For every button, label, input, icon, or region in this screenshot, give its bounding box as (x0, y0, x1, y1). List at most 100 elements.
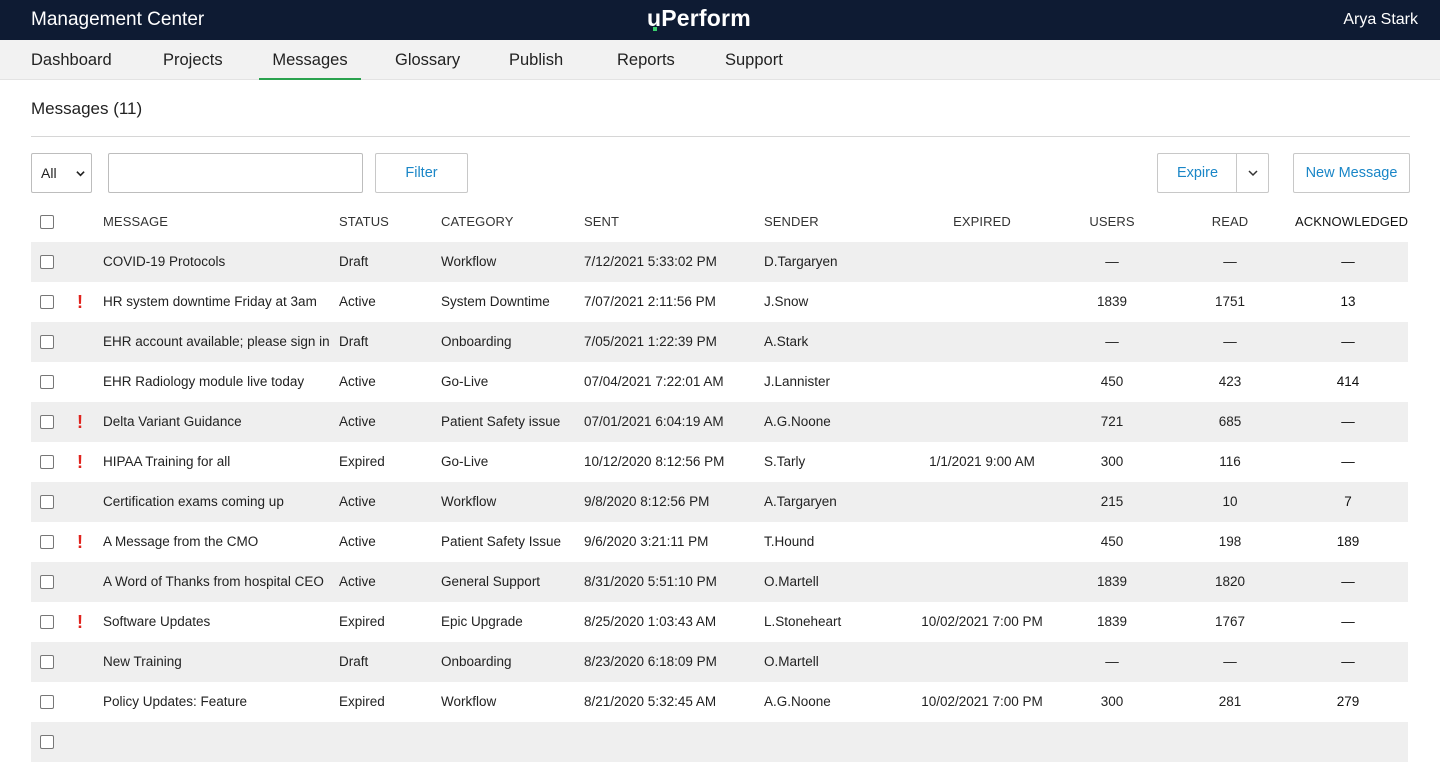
table-row[interactable]: A Word of Thanks from hospital CEO Active… (31, 562, 1408, 602)
status-cell: Expired (339, 614, 385, 629)
table-row[interactable]: Certification exams coming up Active Workf… (31, 482, 1408, 522)
expired-cell (902, 282, 1062, 322)
table-row[interactable]: ! Delta Variant Guidance Active Patient Saf… (31, 402, 1408, 442)
row-checkbox[interactable] (40, 415, 54, 429)
select-all-checkbox[interactable] (40, 215, 54, 229)
expired-cell: 1/1/2021 9:00 AM (929, 454, 1035, 469)
row-checkbox[interactable] (40, 655, 54, 669)
message-cell[interactable]: Delta Variant Guidance (103, 402, 242, 442)
row-checkbox[interactable] (40, 735, 54, 749)
read-cell: 1767 (1214, 614, 1246, 629)
message-cell[interactable]: HR system downtime Friday at 3am (103, 282, 317, 322)
brand-text: uPerform (647, 5, 751, 31)
table-row[interactable] (31, 722, 1408, 762)
sent-cell: 9/6/2020 3:21:11 PM (584, 534, 709, 549)
header-acknowledged[interactable]: ACKNOWLEDGED (1295, 202, 1408, 242)
acknowledged-cell: 279 (1336, 694, 1360, 709)
sender-cell: O.Martell (764, 654, 819, 669)
user-name[interactable]: Arya Stark (1343, 11, 1418, 29)
row-checkbox[interactable] (40, 335, 54, 349)
header-category[interactable]: CATEGORY (441, 202, 514, 242)
search-input[interactable] (108, 153, 363, 193)
row-checkbox[interactable] (40, 455, 54, 469)
expired-cell (902, 362, 1062, 402)
table-row[interactable]: ! HIPAA Training for all Expired Go-Live 10/… (31, 442, 1408, 482)
tab-messages[interactable]: Messages (259, 40, 361, 80)
message-cell[interactable]: A Word of Thanks from hospital CEO (103, 562, 324, 602)
table-row[interactable]: Policy Updates: Feature Expired Workflow 8/… (31, 682, 1408, 722)
new-message-button[interactable]: New Message (1293, 153, 1410, 193)
row-checkbox[interactable] (40, 295, 54, 309)
expired-cell (902, 402, 1062, 442)
users-cell: 1839 (1096, 614, 1128, 629)
tab-publish[interactable]: Publish (509, 40, 563, 80)
sent-cell: 7/07/2021 2:11:56 PM (584, 294, 716, 309)
status-cell: Draft (339, 334, 369, 349)
row-checkbox[interactable] (40, 535, 54, 549)
status-filter-select[interactable]: All (31, 153, 92, 193)
read-cell: 198 (1218, 534, 1242, 549)
table-row[interactable]: EHR account available; please sign in Dra… (31, 322, 1408, 362)
row-checkbox[interactable] (40, 615, 54, 629)
row-checkbox[interactable] (40, 495, 54, 509)
tab-projects[interactable]: Projects (163, 40, 223, 80)
message-cell[interactable]: New Training (103, 642, 182, 682)
tab-dashboard[interactable]: Dashboard (31, 40, 112, 80)
message-cell[interactable]: EHR account available; please sign in (103, 322, 330, 362)
users-cell: — (1105, 654, 1119, 669)
message-cell[interactable]: HIPAA Training for all (103, 442, 230, 482)
filter-button[interactable]: Filter (375, 153, 468, 193)
tab-reports[interactable]: Reports (617, 40, 675, 80)
header-read[interactable]: READ (1190, 202, 1270, 242)
brand-logo[interactable]: uPerform (647, 5, 751, 32)
table-row[interactable]: ! A Message from the CMO Active Patient Saf… (31, 522, 1408, 562)
expired-cell (902, 522, 1062, 562)
message-cell[interactable]: COVID-19 Protocols (103, 242, 225, 282)
table-row[interactable]: New Training Draft Onboarding 8/23/2020 6:1… (31, 642, 1408, 682)
users-cell: 450 (1100, 534, 1124, 549)
message-cell[interactable]: Software Updates (103, 602, 210, 642)
page-title: Messages (11) (31, 99, 143, 118)
header-sender[interactable]: SENDER (764, 202, 819, 242)
category-cell: Workflow (441, 494, 497, 509)
message-cell[interactable]: EHR Radiology module live today (103, 362, 304, 402)
row-checkbox[interactable] (40, 255, 54, 269)
row-checkbox[interactable] (40, 575, 54, 589)
expire-button[interactable]: Expire (1157, 153, 1237, 193)
table-row[interactable]: ! HR system downtime Friday at 3am Active S… (31, 282, 1408, 322)
header-users[interactable]: USERS (1072, 202, 1152, 242)
acknowledged-cell: — (1341, 654, 1355, 669)
acknowledged-cell: 13 (1340, 294, 1356, 309)
tab-support[interactable]: Support (725, 40, 783, 80)
table-header: MESSAGE STATUS CATEGORY SENT SENDER EXPI… (31, 202, 1408, 242)
header-expired[interactable]: EXPIRED (902, 202, 1062, 242)
sent-cell: 8/31/2020 5:51:10 PM (584, 574, 717, 589)
expired-cell (902, 482, 1062, 522)
row-checkbox[interactable] (40, 375, 54, 389)
category-cell: Go-Live (441, 454, 489, 469)
sender-cell: A.Stark (764, 334, 809, 349)
category-cell: General Support (441, 574, 541, 589)
table-row[interactable]: ! Software Updates Expired Epic Upgrade 8/25… (31, 602, 1408, 642)
urgent-icon: ! (77, 452, 83, 472)
header-message[interactable]: MESSAGE (103, 202, 168, 242)
status-cell: Draft (339, 654, 369, 669)
expired-cell (902, 242, 1062, 282)
expired-cell: 10/02/2021 7:00 PM (921, 614, 1043, 629)
read-cell: 423 (1218, 374, 1242, 389)
message-cell[interactable]: Certification exams coming up (103, 482, 284, 522)
header-status[interactable]: STATUS (339, 202, 389, 242)
status-cell: Active (339, 574, 376, 589)
row-checkbox[interactable] (40, 695, 54, 709)
tab-glossary[interactable]: Glossary (395, 40, 460, 80)
users-cell: — (1105, 334, 1119, 349)
users-cell: 1839 (1096, 294, 1128, 309)
expired-cell (902, 722, 1062, 762)
message-cell[interactable]: A Message from the CMO (103, 522, 258, 562)
message-cell[interactable]: Policy Updates: Feature (103, 682, 247, 722)
header-sent[interactable]: SENT (584, 202, 619, 242)
expired-cell (902, 322, 1062, 362)
table-row[interactable]: COVID-19 Protocols Draft Workflow 7/12/2021… (31, 242, 1408, 282)
expire-dropdown-button[interactable] (1236, 153, 1269, 193)
table-row[interactable]: EHR Radiology module live today Active Go-… (31, 362, 1408, 402)
